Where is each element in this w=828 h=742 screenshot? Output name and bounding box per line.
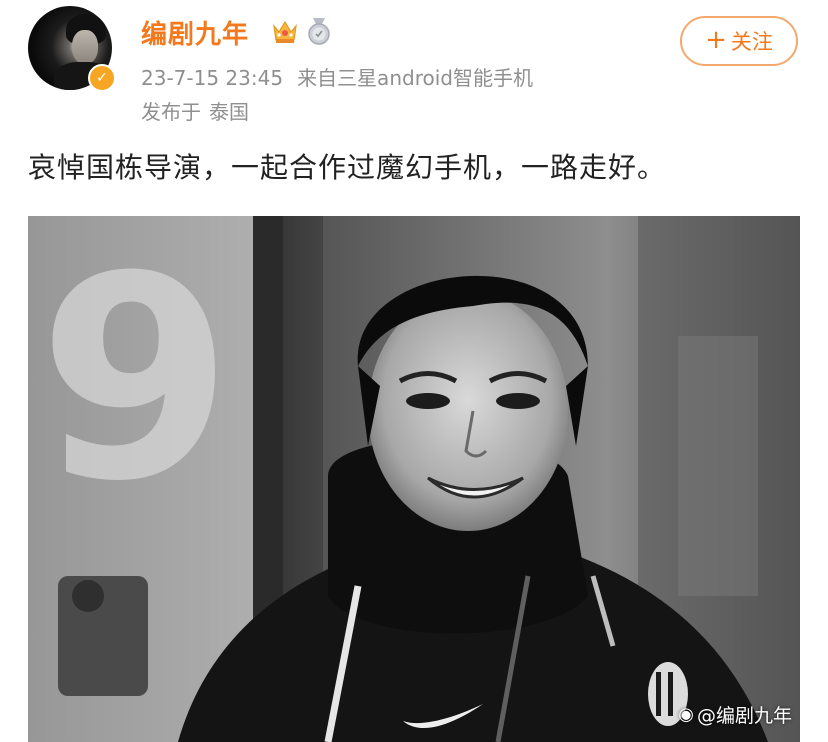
post-meta: 23-7-15 23:45 来自三星android智能手机 [141,62,533,91]
follow-button[interactable]: + 关注 [680,16,798,66]
crown-badge-icon[interactable] [270,16,300,46]
location-label: 发布于 [141,100,201,124]
follow-button-label: 关注 [730,30,773,54]
post-source: 来自三星android智能手机 [297,66,533,90]
medal-badge-icon[interactable] [305,17,333,45]
verified-badge-icon: ✓ [88,64,116,92]
weibo-post: ✓ 编剧九年 23-7-15 23:45 来自三星android智能手机 发布于泰… [0,0,828,742]
watermark-text: @编剧九年 [696,705,792,727]
author-name[interactable]: 编剧九年 [141,14,249,51]
location-value: 泰国 [209,100,249,124]
jersey-number: 9 [38,217,233,543]
post-image[interactable]: 9 ◉ @编剧九年 [28,216,800,742]
avatar-face [72,30,98,64]
plus-icon: + [705,24,727,55]
photo-illustration: 9 [28,216,800,742]
image-watermark: ◉ @编剧九年 [678,701,792,728]
post-location: 发布于 泰国 [141,96,249,125]
weibo-icon: ◉ [678,704,694,725]
post-text: 哀悼国栋导演，一起合作过魔幻手机，一路走好。 [28,151,667,184]
post-timestamp: 23-7-15 23:45 [141,66,284,90]
